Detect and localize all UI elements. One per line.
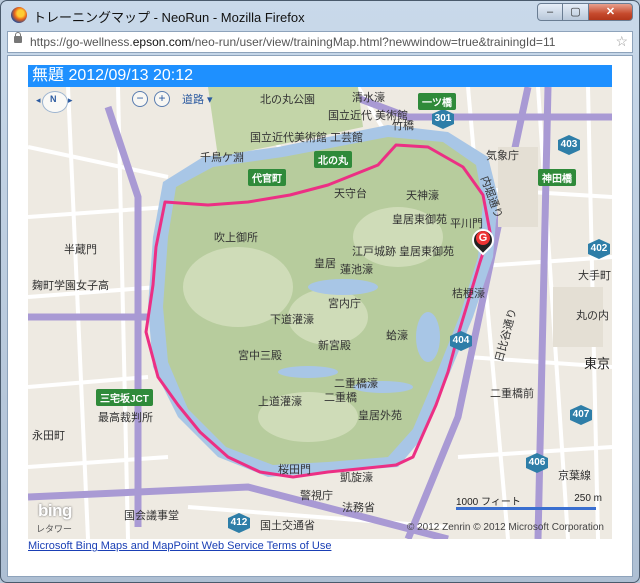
- bookmark-star-icon[interactable]: ☆: [615, 33, 628, 50]
- label-fukiage: 吹上御所: [214, 232, 258, 244]
- label-kyuden: 皇居: [314, 258, 336, 270]
- page-content: 無題 2012/09/13 20:12 ◂ N ▸ − + 道路 ▾ 301 4…: [7, 55, 633, 577]
- close-button[interactable]: ✕: [589, 3, 633, 21]
- label-chidorigafuchi: 千鳥ケ淵: [200, 152, 244, 164]
- page-title: 無題 2012/09/13 20:12: [28, 65, 612, 87]
- label-shinkyuden: 新宮殿: [318, 340, 351, 352]
- label-hakucho: 蛤濠: [386, 330, 408, 342]
- label-miyanaka: 宮中三殿: [238, 350, 282, 362]
- tag-kitanomaru: 北の丸: [314, 151, 352, 168]
- label-kogeikan: 国立近代美術館 工芸館: [250, 132, 364, 144]
- north-label: N: [50, 94, 57, 104]
- firefox-icon: [11, 7, 27, 23]
- browser-window: トレーニングマップ - NeoRun - Mozilla Firefox – ▢…: [0, 0, 640, 583]
- map-compass[interactable]: ◂ N ▸: [36, 91, 74, 113]
- goal-marker[interactable]: G: [467, 224, 499, 261]
- label-nagatacho: 永田町: [32, 430, 65, 442]
- label-shimodou: 下道灌濠: [270, 314, 314, 326]
- scale-bar: [456, 507, 596, 510]
- title-bar[interactable]: トレーニングマップ - NeoRun - Mozilla Firefox – ▢…: [1, 1, 639, 29]
- label-tenjinbori: 天神濠: [406, 190, 439, 202]
- label-marunouchi: 丸の内: [576, 310, 609, 322]
- url-text[interactable]: https://go-wellness.epson.com/neo-run/us…: [30, 35, 555, 49]
- label-gaisenbori: 凱旋濠: [340, 472, 373, 484]
- window-title: トレーニングマップ - NeoRun - Mozilla Firefox: [33, 10, 305, 25]
- label-nijubashimae: 二重橋前: [490, 388, 534, 400]
- zoom-out-button[interactable]: −: [132, 91, 148, 107]
- label-kikyobori: 桔梗濠: [452, 288, 485, 300]
- label-homusho: 法務省: [342, 502, 375, 514]
- bing-logo[interactable]: bing: [38, 501, 72, 521]
- label-kojimachi: 麹町学園女子高: [32, 280, 109, 292]
- label-kokuritsu: 国立近代 美術館: [328, 110, 409, 122]
- label-hasuike: 蓮池濠: [340, 264, 373, 276]
- label-kamidou: 上道灌濠: [258, 396, 302, 408]
- label-saikosaiban: 最高裁判所: [98, 412, 153, 424]
- label-kunaicho: 宮内庁: [328, 298, 361, 310]
- label-kisyocho: 気象庁: [486, 150, 519, 162]
- bing-terms-link[interactable]: Microsoft Bing Maps and MapPoint Web Ser…: [28, 540, 331, 552]
- road-style-dropdown[interactable]: 道路 ▾: [182, 91, 213, 107]
- map-copyright: © 2012 Zenrin © 2012 Microsoft Corporati…: [406, 522, 604, 533]
- label-hanzomon: 半蔵門: [64, 244, 97, 256]
- tag-kandabashi: 神田橋: [538, 169, 576, 186]
- pan-right-icon[interactable]: ▸: [68, 95, 73, 106]
- address-bar[interactable]: https://go-wellness.epson.com/neo-run/us…: [7, 31, 633, 53]
- label-keiyo: 京葉線: [558, 470, 591, 482]
- label-kitanomaru-park: 北の丸公園: [260, 94, 315, 106]
- label-kokkaigijido: 国会議事堂: [124, 510, 179, 522]
- label-kokyogaien: 皇居外苑: [358, 410, 402, 422]
- goal-letter: G: [476, 231, 490, 245]
- label-kokyo-higashi: 皇居東御苑: [392, 214, 447, 226]
- tag-daikancho: 代官町: [248, 169, 286, 186]
- label-nijubashi: 二重橋: [324, 392, 357, 404]
- label-otemachi: 大手町: [578, 270, 611, 282]
- map-layer-label: レタワー: [36, 524, 73, 534]
- label-keishicho: 警視庁: [300, 490, 333, 502]
- label-shimizu: 清水濠: [352, 92, 385, 104]
- label-tenshudai: 天守台: [334, 188, 367, 200]
- window-controls: – ▢ ✕: [537, 3, 633, 21]
- maximize-button[interactable]: ▢: [563, 3, 589, 21]
- pan-left-icon[interactable]: ◂: [36, 95, 41, 106]
- scale-feet: 1000 フィート: [456, 497, 521, 508]
- label-edojo: 江戸城跡 皇居東御苑: [352, 246, 455, 258]
- tag-miyake-jct: 三宅坂JCT: [96, 389, 153, 406]
- map-scale: 1000 フィート 250 m: [456, 493, 606, 519]
- label-sakuradamon: 桜田門: [278, 464, 311, 476]
- scale-meters: 250 m: [574, 493, 602, 504]
- zoom-in-button[interactable]: +: [154, 91, 170, 107]
- tag-hitotsubashi: 一ツ橋: [418, 93, 456, 110]
- label-tokyo: 東京: [584, 356, 611, 371]
- minimize-button[interactable]: –: [537, 3, 563, 21]
- lock-icon: [14, 32, 22, 43]
- label-kokudo: 国土交通省: [260, 520, 315, 532]
- map-view[interactable]: ◂ N ▸ − + 道路 ▾ 301 403 402 404 407 406 4…: [28, 87, 612, 539]
